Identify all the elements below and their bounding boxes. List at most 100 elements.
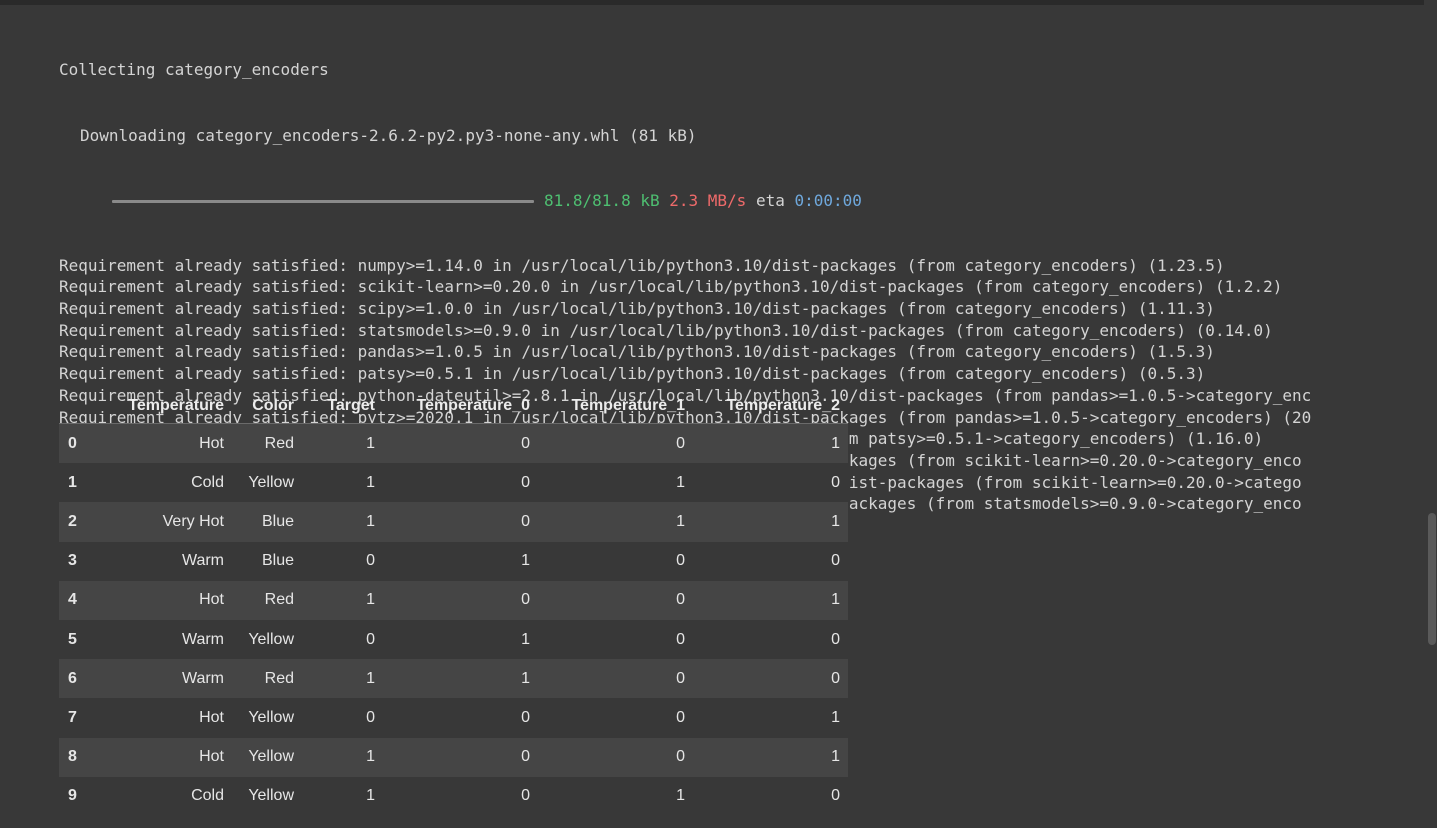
vertical-scrollbar[interactable] xyxy=(1428,513,1436,645)
temperature-cell: Hot xyxy=(106,698,232,738)
table-row: 6 Warm Red 1 1 0 0 xyxy=(59,659,848,699)
requirement-line: Requirement already satisfied: numpy>=1.… xyxy=(59,255,1225,275)
temperature-cell: Hot xyxy=(106,423,232,464)
temperature-1-cell: 0 xyxy=(538,659,693,699)
temperature-0-cell: 1 xyxy=(383,541,538,581)
index-cell: 2 xyxy=(59,502,106,542)
column-header-temperature-1: Temperature_1 xyxy=(538,389,693,424)
color-cell: Blue xyxy=(232,541,302,581)
temperature-2-cell: 0 xyxy=(693,541,848,581)
table-row: 7 Hot Yellow 0 0 0 1 xyxy=(59,698,848,738)
download-progress-line: 81.8/81.8 kB 2.3 MB/s eta 0:00:00 xyxy=(59,190,1424,212)
temperature-2-cell: 0 xyxy=(693,463,848,503)
index-cell: 3 xyxy=(59,541,106,581)
dataframe-table: Temperature Color Target Temperature_0 T… xyxy=(59,389,848,816)
index-header xyxy=(59,389,106,424)
color-cell: Red xyxy=(232,580,302,620)
temperature-2-cell: 0 xyxy=(693,659,848,699)
temperature-0-cell: 0 xyxy=(383,776,538,816)
index-cell: 5 xyxy=(59,619,106,660)
target-cell: 1 xyxy=(302,502,383,542)
column-header-target: Target xyxy=(302,389,383,424)
column-header-color: Color xyxy=(232,389,302,424)
collecting-line: Collecting category_encoders xyxy=(59,60,329,80)
temperature-0-cell: 0 xyxy=(383,737,538,777)
target-cell: 1 xyxy=(302,737,383,777)
color-cell: Red xyxy=(232,423,302,464)
temperature-cell: Cold xyxy=(106,463,232,503)
temperature-1-cell: 0 xyxy=(538,580,693,620)
temperature-1-cell: 0 xyxy=(538,619,693,660)
column-header-temperature-2: Temperature_2 xyxy=(693,389,848,424)
progress-eta-label: eta xyxy=(755,190,785,210)
temperature-2-cell: 0 xyxy=(693,619,848,660)
temperature-2-cell: 1 xyxy=(693,698,848,738)
temperature-0-cell: 0 xyxy=(383,698,538,738)
color-cell: Yellow xyxy=(232,463,302,503)
requirement-line: Requirement already satisfied: scikit-le… xyxy=(59,277,1283,297)
downloading-line: Downloading category_encoders-2.6.2-py2.… xyxy=(80,125,697,145)
table-row: 8 Hot Yellow 1 0 0 1 xyxy=(59,737,848,777)
temperature-cell: Hot xyxy=(106,580,232,620)
temperature-1-cell: 0 xyxy=(538,698,693,738)
requirement-line: Requirement already satisfied: statsmode… xyxy=(59,320,1273,340)
download-progress-bar xyxy=(112,199,534,203)
target-cell: 1 xyxy=(302,423,383,464)
index-cell: 1 xyxy=(59,463,106,503)
target-cell: 1 xyxy=(302,463,383,503)
temperature-0-cell: 0 xyxy=(383,463,538,503)
target-cell: 1 xyxy=(302,659,383,699)
table-row: 3 Warm Blue 0 1 0 0 xyxy=(59,541,848,581)
table-row: 0 Hot Red 1 0 0 1 xyxy=(59,423,848,464)
temperature-0-cell: 0 xyxy=(383,580,538,620)
temperature-1-cell: 0 xyxy=(538,423,693,464)
temperature-cell: Very Hot xyxy=(106,502,232,542)
color-cell: Red xyxy=(232,659,302,699)
temperature-cell: Warm xyxy=(106,619,232,660)
color-cell: Yellow xyxy=(232,698,302,738)
temperature-1-cell: 1 xyxy=(538,502,693,542)
index-cell: 4 xyxy=(59,580,106,620)
temperature-cell: Cold xyxy=(106,776,232,816)
temperature-2-cell: 1 xyxy=(693,423,848,464)
temperature-0-cell: 0 xyxy=(383,502,538,542)
table-header-row: Temperature Color Target Temperature_0 T… xyxy=(59,389,848,424)
temperature-2-cell: 1 xyxy=(693,737,848,777)
temperature-cell: Warm xyxy=(106,541,232,581)
table-body: 0 Hot Red 1 0 0 1 1 Cold Yellow 1 0 1 0 2 Very Hot Blue 1… xyxy=(59,423,848,816)
target-cell: 1 xyxy=(302,580,383,620)
temperature-2-cell: 1 xyxy=(693,580,848,620)
temperature-0-cell: 1 xyxy=(383,619,538,660)
temperature-1-cell: 0 xyxy=(538,541,693,581)
requirement-line: Requirement already satisfied: pandas>=1… xyxy=(59,342,1215,362)
temperature-0-cell: 1 xyxy=(383,659,538,699)
index-cell: 6 xyxy=(59,659,106,699)
temperature-1-cell: 0 xyxy=(538,737,693,777)
requirement-line: Requirement already satisfied: patsy>=0.… xyxy=(59,364,1206,384)
temperature-2-cell: 0 xyxy=(693,776,848,816)
index-cell: 7 xyxy=(59,698,106,738)
temperature-cell: Warm xyxy=(106,659,232,699)
column-header-temperature-0: Temperature_0 xyxy=(383,389,538,424)
target-cell: 1 xyxy=(302,776,383,816)
temperature-1-cell: 1 xyxy=(538,463,693,503)
target-cell: 0 xyxy=(302,541,383,581)
progress-eta: 0:00:00 xyxy=(794,190,862,210)
target-cell: 0 xyxy=(302,619,383,660)
progress-size: 81.8/81.8 kB xyxy=(544,190,660,210)
color-cell: Yellow xyxy=(232,619,302,660)
index-cell: 0 xyxy=(59,423,106,464)
color-cell: Yellow xyxy=(232,737,302,777)
table-row: 5 Warm Yellow 0 1 0 0 xyxy=(59,619,848,660)
progress-speed: 2.3 MB/s xyxy=(669,190,747,210)
temperature-2-cell: 1 xyxy=(693,502,848,542)
temperature-0-cell: 0 xyxy=(383,423,538,464)
table-row: 9 Cold Yellow 1 0 1 0 xyxy=(59,776,848,816)
column-header-temperature: Temperature xyxy=(106,389,232,424)
dataframe-output: Temperature Color Target Temperature_0 T… xyxy=(59,389,848,816)
cell-output-area: Collecting category_encoders Downloading… xyxy=(0,5,1424,828)
requirement-line: Requirement already satisfied: scipy>=1.… xyxy=(59,299,1215,319)
temperature-cell: Hot xyxy=(106,737,232,777)
temperature-1-cell: 1 xyxy=(538,776,693,816)
target-cell: 0 xyxy=(302,698,383,738)
